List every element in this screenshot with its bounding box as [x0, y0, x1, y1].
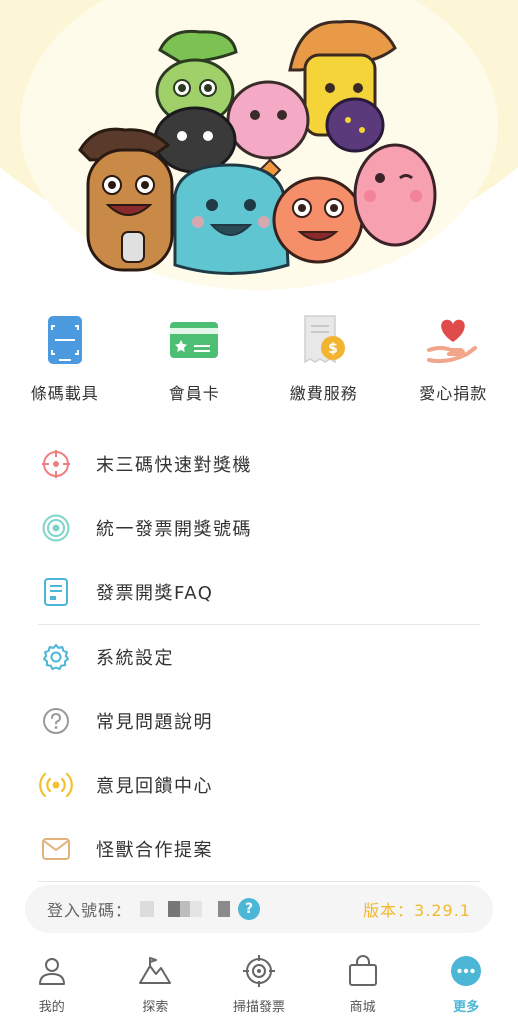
quick-action-label: 條碼載具 — [30, 384, 99, 403]
tab-my[interactable]: 我的 — [0, 944, 104, 1024]
barcode-carrier-icon — [35, 310, 95, 370]
quick-actions: 條碼載具 會員卡 $ 繳費服務 愛心捐款 — [0, 310, 518, 420]
version-text: 版本：3.29.1 — [363, 901, 471, 920]
target-icon — [36, 508, 76, 548]
scan-target-icon — [242, 954, 276, 988]
quick-action-barcode-carrier[interactable]: 條碼載具 — [0, 310, 130, 420]
more-dots-icon — [449, 954, 483, 988]
tab-label: 我的 — [38, 1000, 65, 1015]
login-number-label: 登入號碼： — [47, 901, 133, 920]
menu-item-label: 統一發票開獎號碼 — [96, 519, 252, 540]
person-icon — [35, 954, 69, 988]
tab-label: 掃描發票 — [232, 1000, 285, 1015]
quick-action-label: 繳費服務 — [289, 384, 358, 403]
menu-item-label: 末三碼快速對獎機 — [96, 455, 252, 476]
question-icon — [36, 701, 76, 741]
menu-item-label: 發票開獎FAQ — [96, 583, 214, 604]
crosshair-icon — [36, 444, 76, 484]
menu-item-label: 意見回饋中心 — [96, 776, 213, 797]
gear-icon — [36, 637, 76, 677]
quick-action-label: 愛心捐款 — [419, 384, 488, 403]
menu-item-label: 怪獸合作提案 — [96, 840, 213, 861]
quick-action-donation[interactable]: 愛心捐款 — [389, 310, 518, 420]
svg-text:$: $ — [328, 341, 338, 357]
login-help-button[interactable]: ? — [238, 898, 261, 920]
menu-item-quick-lottery-check[interactable]: 末三碼快速對獎機 — [38, 432, 480, 496]
payment-service-icon: $ — [294, 310, 354, 370]
monster-group-illustration — [78, 20, 437, 275]
quick-action-label: 會員卡 — [168, 384, 220, 403]
mountain-icon — [138, 954, 172, 988]
bottom-navigation: 我的 探索 掃描發票 商城 更多 — [0, 944, 518, 1024]
tab-more[interactable]: 更多 — [414, 944, 518, 1024]
menu-item-feedback[interactable]: 意見回饋中心 — [38, 753, 480, 817]
donation-heart-icon — [423, 310, 483, 370]
broadcast-icon — [36, 765, 76, 805]
tab-scan-invoice[interactable]: 掃描發票 — [207, 944, 311, 1024]
login-number-masked — [140, 901, 231, 917]
login-info-bar: 登入號碼： ? 版本：3.29.1 — [25, 885, 493, 933]
quick-action-payment-service[interactable]: $ 繳費服務 — [259, 310, 389, 420]
tab-label: 探索 — [142, 1000, 169, 1015]
document-icon — [36, 572, 76, 612]
menu-divider — [38, 881, 480, 882]
menu-item-cooperation[interactable]: 怪獸合作提案 — [38, 817, 480, 881]
quick-action-member-card[interactable]: 會員卡 — [130, 310, 260, 420]
tab-label: 更多 — [453, 1000, 480, 1015]
tab-label: 商城 — [349, 1000, 376, 1015]
menu-list: 末三碼快速對獎機 統一發票開獎號碼 發票開獎FAQ 系統設定 常見問題說明 意見… — [38, 432, 480, 882]
member-card-icon — [164, 310, 224, 370]
menu-item-faq-lottery[interactable]: 發票開獎FAQ — [38, 560, 480, 624]
menu-item-settings[interactable]: 系統設定 — [38, 625, 480, 689]
menu-item-winning-numbers[interactable]: 統一發票開獎號碼 — [38, 496, 480, 560]
shopping-bag-icon — [346, 954, 380, 988]
tab-explore[interactable]: 探索 — [104, 944, 208, 1024]
menu-item-label: 系統設定 — [96, 648, 174, 669]
menu-item-help[interactable]: 常見問題說明 — [38, 689, 480, 753]
hero-banner — [0, 0, 518, 290]
menu-item-label: 常見問題說明 — [96, 712, 213, 733]
tab-shop[interactable]: 商城 — [311, 944, 415, 1024]
mail-icon — [36, 829, 76, 869]
